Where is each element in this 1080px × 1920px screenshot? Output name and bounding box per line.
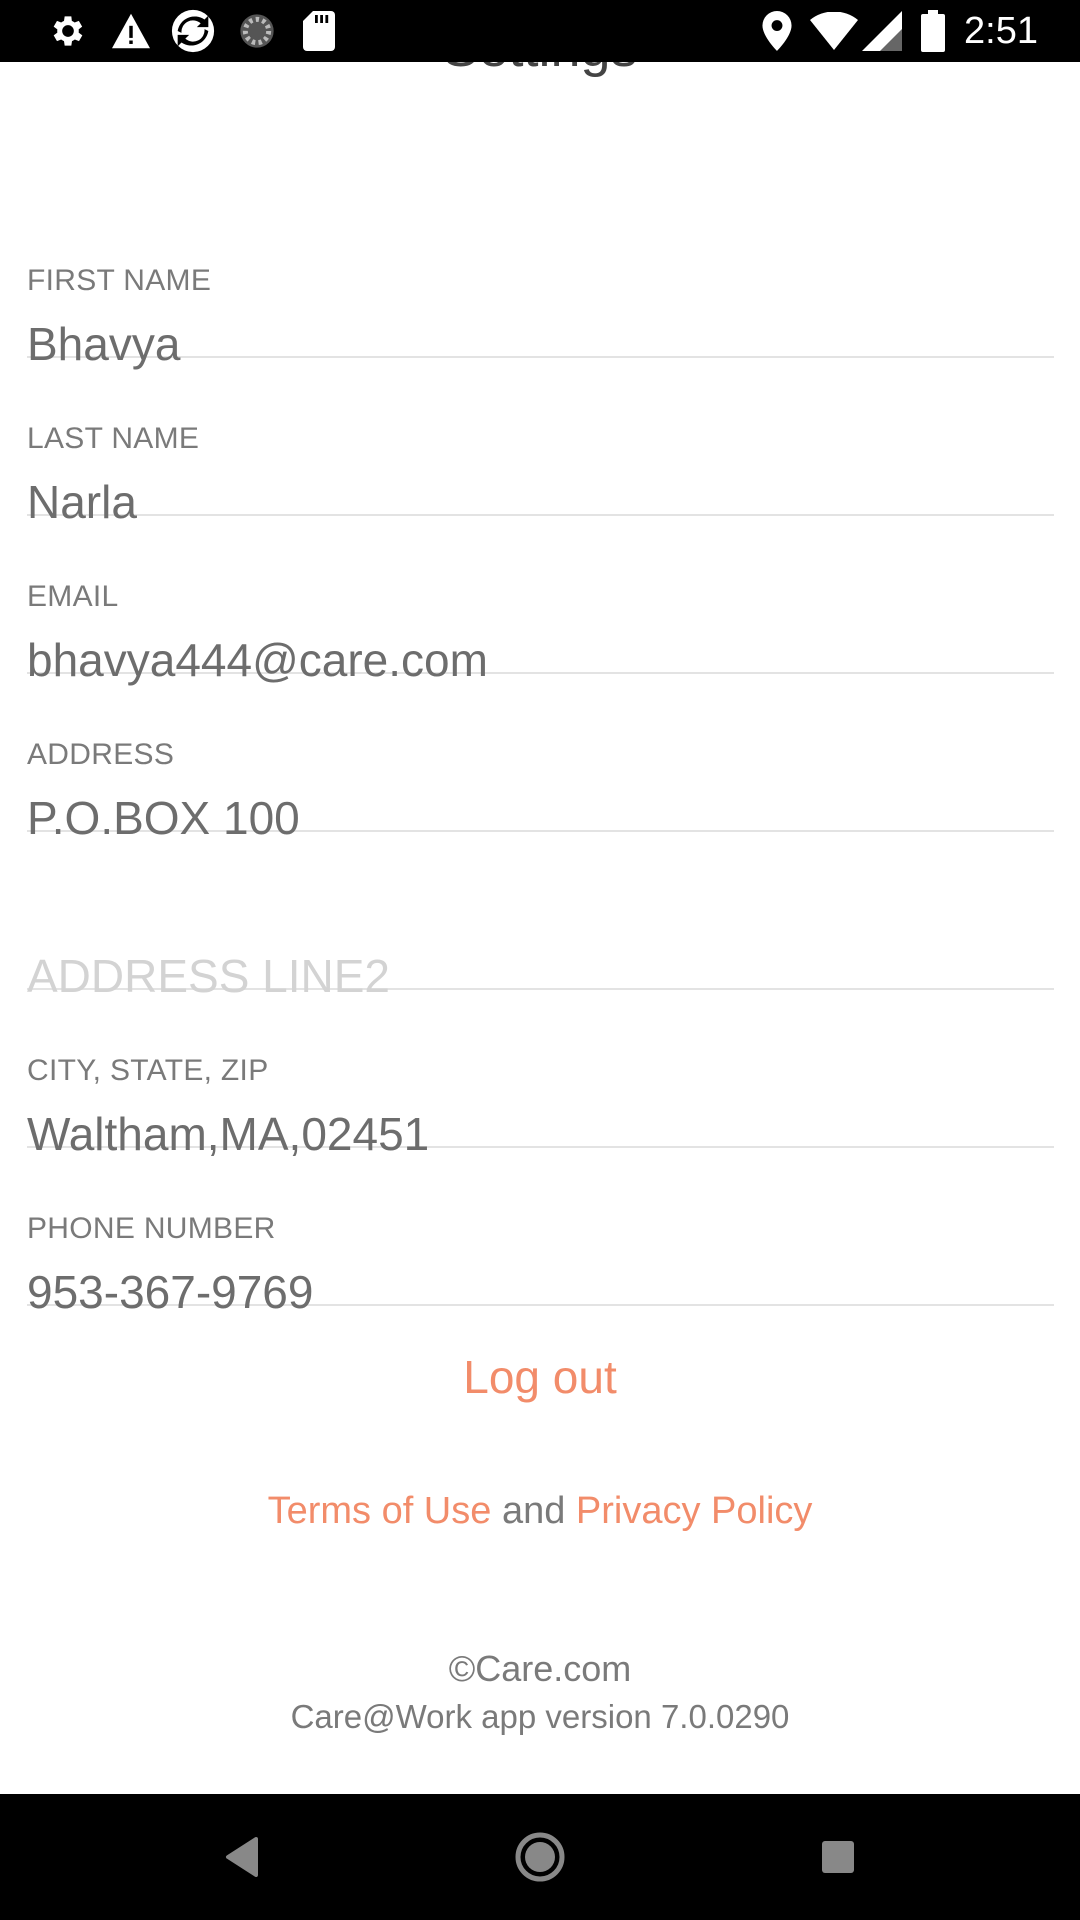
city-state-zip-label: CITY, STATE, ZIP — [27, 1054, 269, 1087]
logout-button[interactable]: Log out — [0, 1350, 1080, 1404]
first-name-field[interactable]: FIRST NAME Bhavya — [27, 198, 1054, 370]
location-icon — [760, 11, 794, 51]
sd-card-icon — [302, 11, 336, 51]
privacy-policy-link[interactable]: Privacy Policy — [576, 1490, 813, 1532]
battery-icon — [920, 10, 946, 52]
city-state-zip-field[interactable]: CITY, STATE, ZIP Waltham,MA,02451 — [27, 988, 1054, 1160]
settings-screen: Settings FIRST NAME Bhavya LAST NAME Nar… — [0, 62, 1080, 1794]
email-field[interactable]: EMAIL bhavya444@care.com — [27, 514, 1054, 686]
navigation-bar — [0, 1794, 1080, 1920]
signal-icon — [862, 11, 902, 51]
status-bar: 2:51 — [0, 0, 1080, 62]
last-name-label: LAST NAME — [27, 422, 200, 455]
sync-icon — [170, 9, 216, 53]
first-name-label: FIRST NAME — [27, 264, 212, 297]
home-icon[interactable] — [510, 1827, 570, 1887]
clock: 2:51 — [964, 10, 1038, 52]
wifi-icon — [810, 11, 858, 51]
email-label: EMAIL — [27, 580, 119, 613]
phone-number-label: PHONE NUMBER — [27, 1212, 276, 1245]
recents-icon[interactable] — [808, 1827, 868, 1887]
back-icon[interactable] — [212, 1827, 272, 1887]
loading-icon — [236, 11, 278, 51]
legal-conjunction: and — [501, 1490, 566, 1532]
phone-number-field[interactable]: PHONE NUMBER 953-367-9769 — [27, 1146, 1054, 1318]
phone-number-value[interactable]: 953-367-9769 — [27, 1265, 313, 1319]
last-name-field[interactable]: LAST NAME Narla — [27, 356, 1054, 528]
app-version-text: Care@Work app version 7.0.0290 — [290, 1698, 790, 1735]
address-field[interactable]: ADDRESS P.O.BOX 100 — [27, 672, 1054, 844]
copyright-text: ©Care.com — [448, 1648, 632, 1689]
address-label: ADDRESS — [27, 738, 175, 771]
terms-of-use-link[interactable]: Terms of Use — [268, 1490, 492, 1532]
address-line2-field[interactable]: ADDRESS LINE2 — [27, 830, 1054, 1002]
legal-links: Terms of Use and Privacy Policy — [0, 1490, 1080, 1533]
gear-icon — [48, 11, 88, 51]
page-title: Settings — [0, 62, 1080, 78]
warning-icon — [110, 11, 152, 51]
